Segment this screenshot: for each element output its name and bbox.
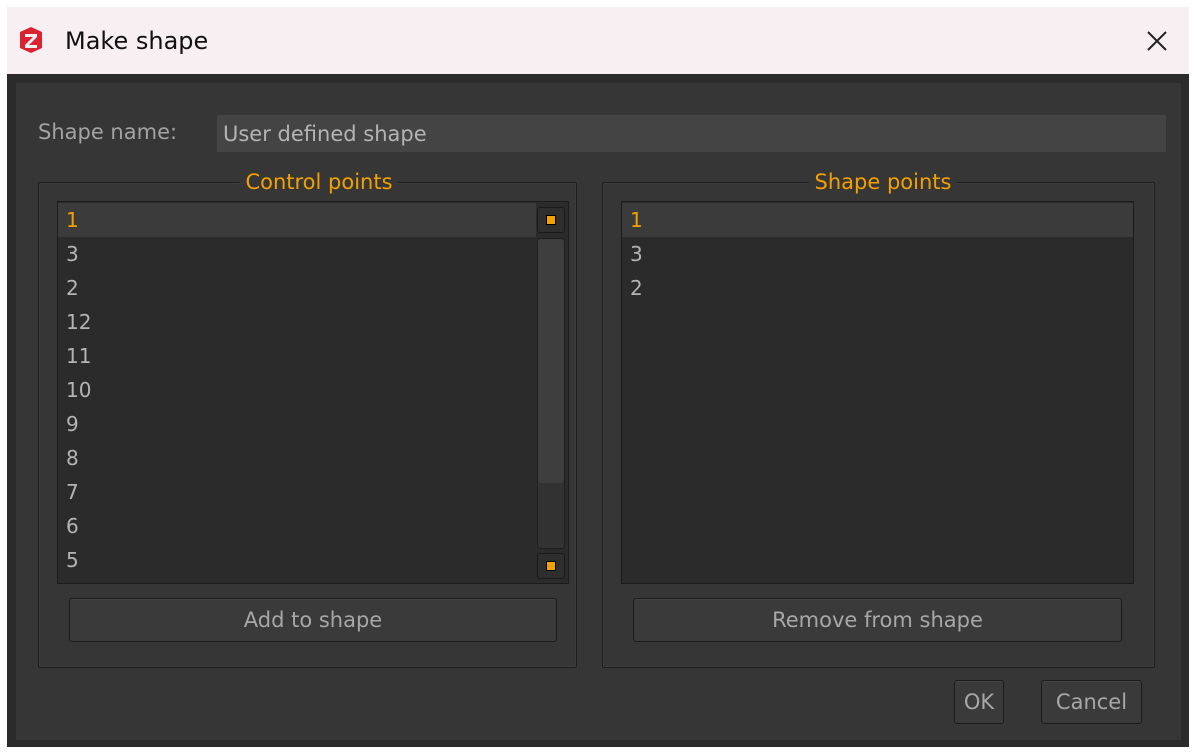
list-item[interactable]: 9	[58, 407, 536, 441]
shape-points-title: Shape points	[808, 168, 958, 196]
remove-from-shape-button[interactable]: Remove from shape	[633, 598, 1122, 642]
list-item[interactable]: 2	[58, 271, 536, 305]
list-item[interactable]: 2	[622, 271, 1133, 305]
cancel-button[interactable]: Cancel	[1041, 680, 1142, 724]
shape-name-input[interactable]	[217, 115, 1166, 152]
control-points-title: Control points	[239, 168, 399, 196]
scroll-down-icon	[546, 561, 556, 571]
list-item[interactable]: 5	[58, 543, 536, 577]
scroll-thumb[interactable]	[538, 239, 564, 483]
close-button[interactable]	[1125, 7, 1189, 74]
list-item[interactable]: 6	[58, 509, 536, 543]
list-item[interactable]: 11	[58, 339, 536, 373]
window-title: Make shape	[65, 27, 209, 55]
control-points-scrollbar[interactable]	[534, 202, 568, 583]
scroll-up-icon	[546, 215, 556, 225]
app-logo-icon	[17, 26, 45, 54]
add-to-shape-button[interactable]: Add to shape	[69, 598, 557, 642]
title-bar: Make shape	[7, 7, 1189, 74]
shape-points-items: 1 3 2	[622, 202, 1133, 305]
control-points-list[interactable]: 1 3 2 12 11 10 9 8 7 6 5	[57, 201, 569, 584]
list-item[interactable]: 8	[58, 441, 536, 475]
list-item[interactable]: 7	[58, 475, 536, 509]
scroll-up-button[interactable]	[537, 207, 565, 233]
list-item[interactable]: 1	[622, 203, 1133, 237]
close-icon	[1147, 30, 1167, 51]
scroll-down-button[interactable]	[537, 553, 565, 579]
control-points-items: 1 3 2 12 11 10 9 8 7 6 5	[58, 202, 536, 577]
list-item[interactable]: 12	[58, 305, 536, 339]
ok-button[interactable]: OK	[954, 680, 1004, 724]
scroll-track[interactable]	[537, 238, 565, 549]
shape-points-list[interactable]: 1 3 2	[621, 201, 1134, 584]
list-item[interactable]: 1	[58, 203, 536, 237]
list-item[interactable]: 10	[58, 373, 536, 407]
list-item[interactable]: 3	[622, 237, 1133, 271]
list-item[interactable]: 3	[58, 237, 536, 271]
shape-name-label: Shape name:	[38, 120, 178, 144]
